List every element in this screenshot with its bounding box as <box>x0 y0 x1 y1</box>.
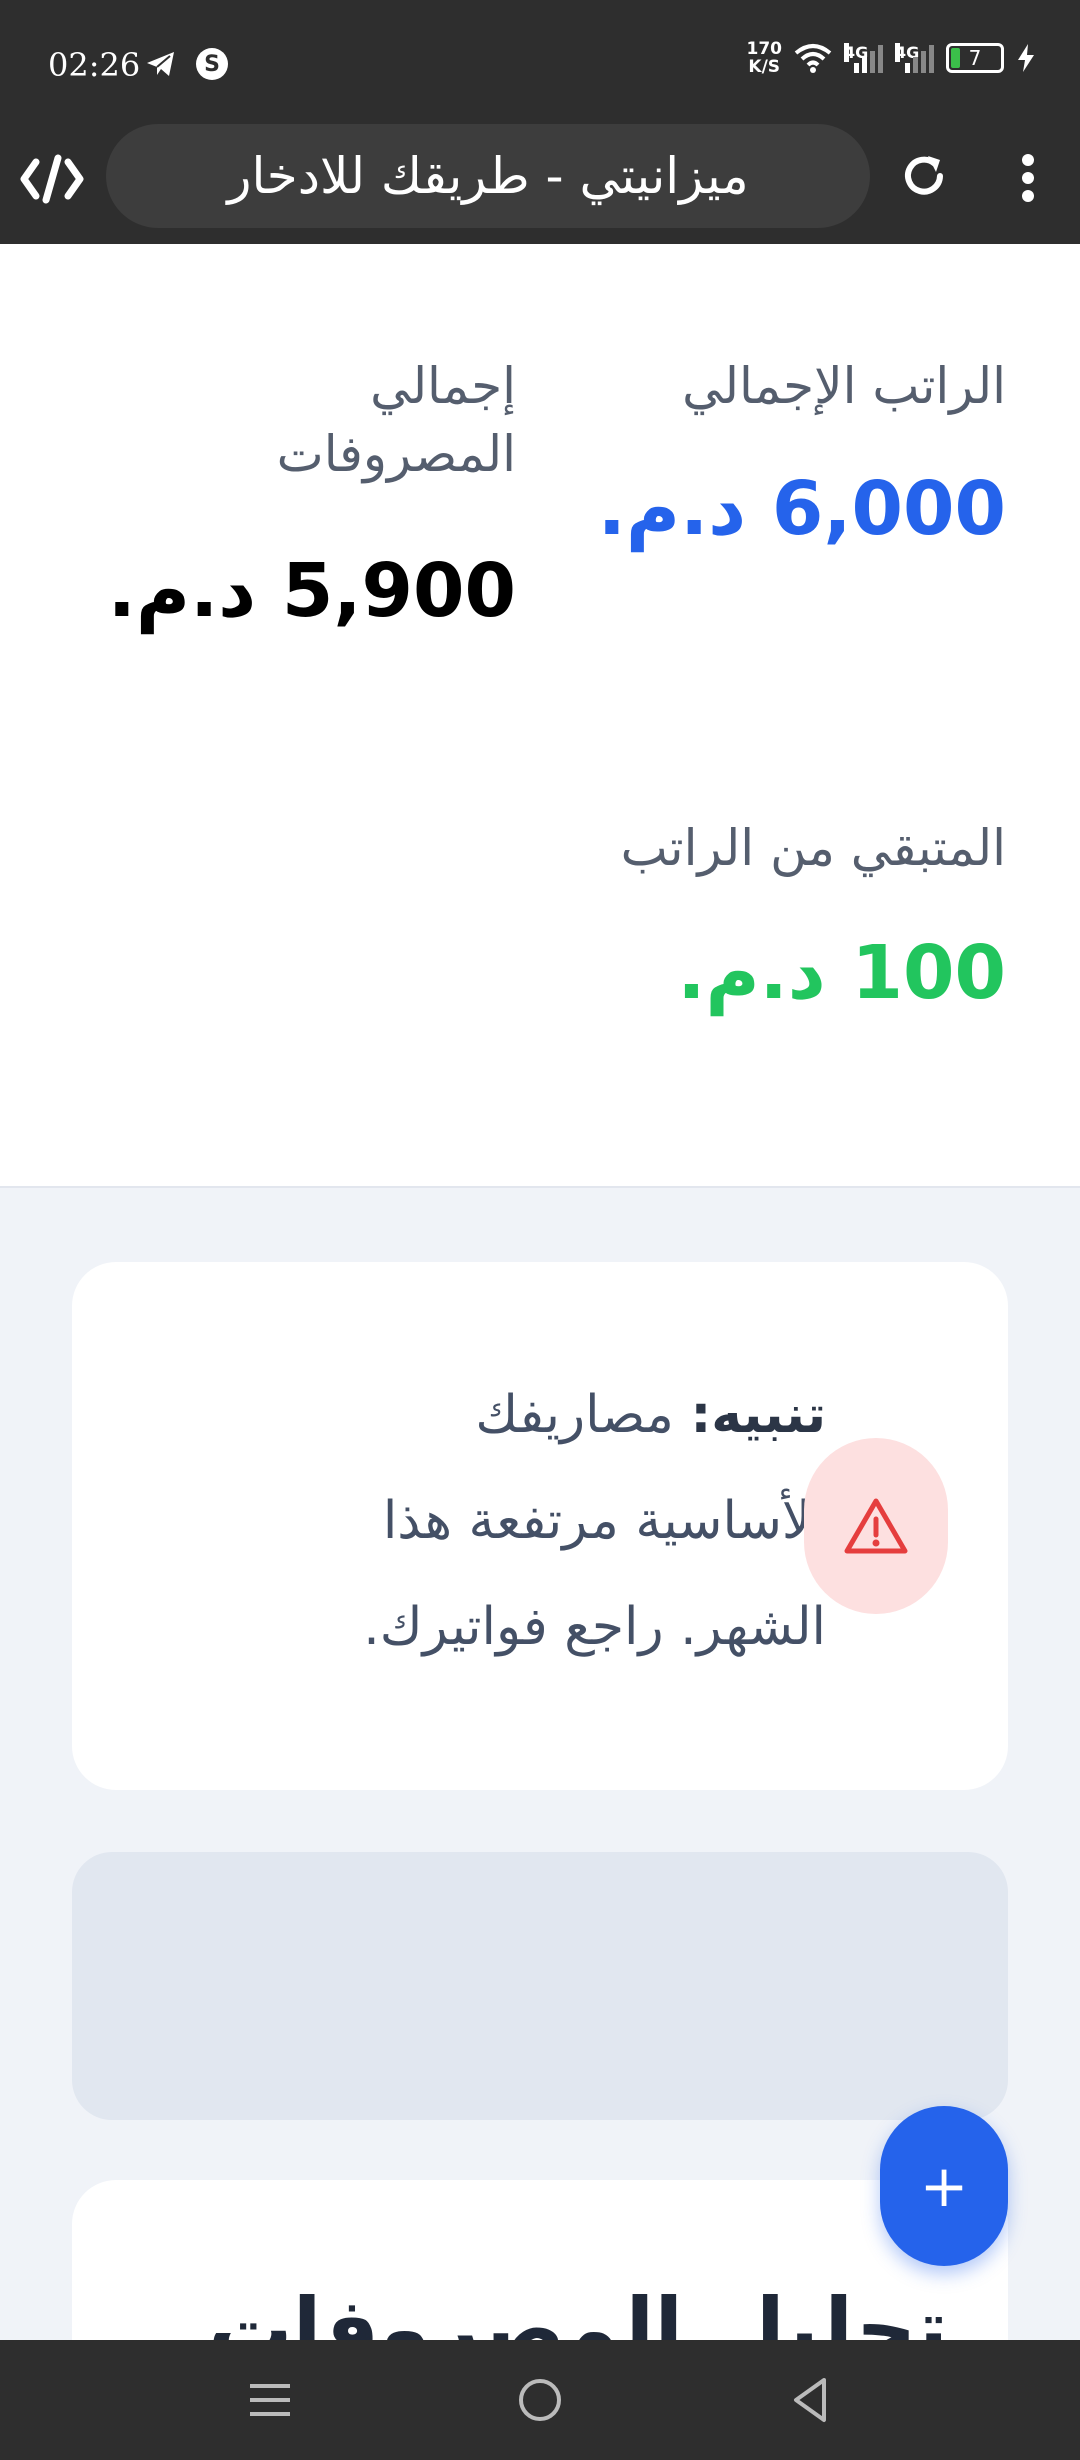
sim1-label: 4G <box>844 43 869 62</box>
salary-value: 6,000 د.م. <box>597 466 1006 552</box>
sim2-label: 4G <box>895 43 920 62</box>
status-indicators: 170 K/S 4G 4G 7 <box>747 40 1037 76</box>
net-speed: 170 K/S <box>747 40 783 76</box>
back-icon <box>794 2378 826 2422</box>
home-icon <box>519 2379 561 2421</box>
wifi-icon <box>794 44 832 73</box>
warning-icon <box>844 1498 908 1554</box>
system-navigation-bar <box>0 2340 1080 2460</box>
charging-icon <box>1018 44 1034 72</box>
net-speed-value: 170 <box>746 39 783 59</box>
s-app-icon: S <box>196 48 228 80</box>
notification-icons: S <box>146 48 228 80</box>
alert-prefix: تنبيه: <box>690 1385 826 1445</box>
page-title-bar[interactable]: ميزانيتي - طريقك للادخار <box>106 124 870 228</box>
net-speed-unit: K/S <box>748 57 781 77</box>
code-icon[interactable] <box>20 154 84 204</box>
alert-icon-badge <box>804 1438 948 1614</box>
sim1-signal: 4G <box>844 43 883 73</box>
status-bar: 02:26 S 170 K/S 4G 4G 7 <box>0 0 1080 124</box>
home-button[interactable] <box>500 2364 580 2436</box>
expenses-value: 5,900 د.م. <box>107 548 516 634</box>
add-expense-button[interactable]: + <box>880 2106 1008 2266</box>
battery-level: 7 <box>968 46 982 70</box>
recents-button[interactable] <box>230 2364 310 2436</box>
alert-message: تنبيه: مصاريفك الأساسية مرتفعة هذا الشهر… <box>286 1362 826 1680</box>
reload-icon[interactable] <box>898 150 950 202</box>
salary-label: الراتب الإجمالي <box>682 357 1006 415</box>
back-button[interactable] <box>770 2364 850 2436</box>
browser-toolbar: ميزانيتي - طريقك للادخار <box>0 124 1080 244</box>
expenses-label: إجمالي المصروفات <box>276 357 516 483</box>
battery-indicator: 7 <box>946 43 1004 73</box>
budget-summary: الراتب الإجمالي 6,000 د.م. إجمالي المصرو… <box>0 244 1080 1188</box>
telegram-icon <box>147 52 174 76</box>
sim2-signal: 4G <box>895 43 934 73</box>
status-time: 02:26 <box>48 46 141 84</box>
remaining-value: 100 د.م. <box>677 930 1006 1016</box>
recents-icon <box>250 2384 290 2416</box>
remaining-label: المتبقي من الراتب <box>620 819 1006 877</box>
loading-placeholder <box>72 1852 1008 2120</box>
overflow-menu-icon[interactable] <box>1016 150 1040 206</box>
